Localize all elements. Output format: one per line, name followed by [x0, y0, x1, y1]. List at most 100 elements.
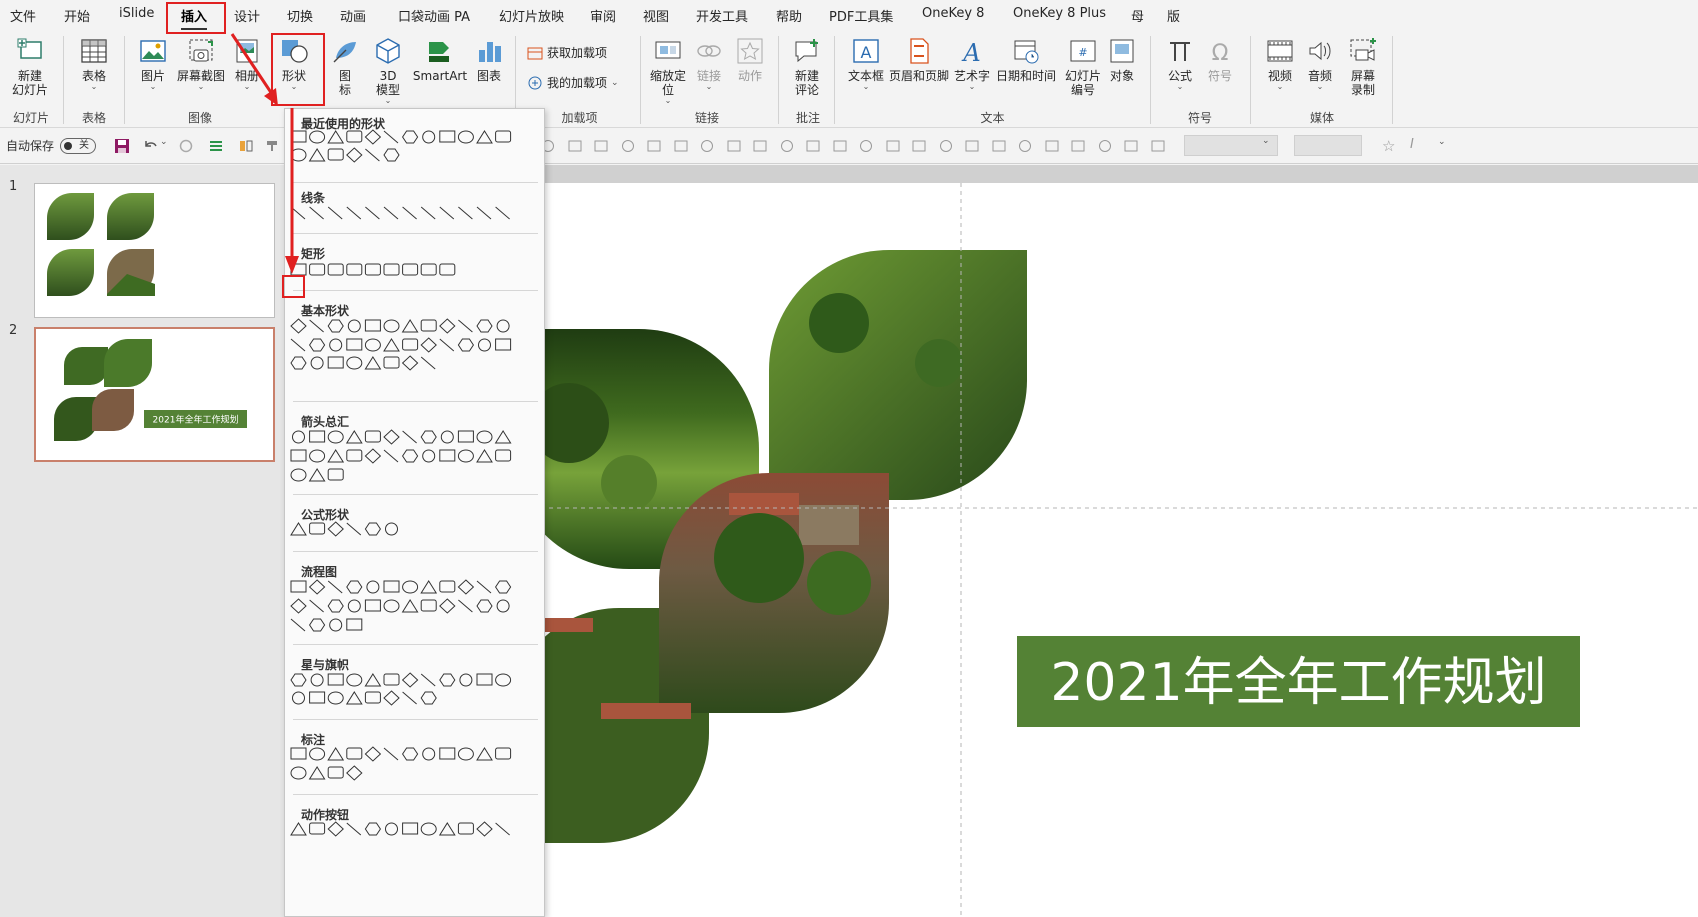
shape-gallery-item[interactable]: [309, 449, 326, 463]
shape-gallery-item[interactable]: [329, 618, 343, 632]
shape-gallery-item[interactable]: [364, 319, 381, 332]
undo-dropdown-arrow[interactable]: ⌄: [160, 137, 168, 147]
shape-gallery-item[interactable]: [439, 130, 456, 143]
tab-file[interactable]: 文件: [10, 6, 36, 25]
shape-gallery-item[interactable]: [459, 673, 473, 687]
shape-gallery-item[interactable]: [364, 129, 382, 145]
shape-gallery-item[interactable]: [495, 206, 510, 220]
shape-gallery-item[interactable]: [476, 206, 492, 220]
shape-gallery-item[interactable]: [458, 599, 473, 613]
shape-gallery-item[interactable]: [364, 691, 381, 704]
shape-gallery-item[interactable]: [327, 766, 344, 779]
shape-gallery-item[interactable]: [346, 263, 363, 276]
shape-gallery-item[interactable]: [495, 130, 512, 143]
shape-gallery-item[interactable]: [476, 599, 493, 613]
shape-gallery-item[interactable]: [364, 599, 381, 612]
shape-gallery-item[interactable]: [292, 430, 305, 444]
shape-gallery-item[interactable]: [383, 449, 399, 463]
shape-gallery-item[interactable]: [495, 747, 512, 760]
shape-gallery-item[interactable]: [365, 148, 380, 162]
shape-gallery-item[interactable]: [290, 318, 307, 334]
shape-gallery-item[interactable]: [310, 356, 324, 370]
shape-gallery-item[interactable]: [290, 618, 306, 632]
autosave-toggle[interactable]: 关: [60, 138, 96, 154]
shape-gallery-item[interactable]: [309, 319, 324, 333]
textbox-button[interactable]: A 文本框 ⌄: [845, 36, 887, 91]
shape-gallery-item[interactable]: [290, 673, 307, 687]
header-footer-button[interactable]: 页眉和页脚: [888, 36, 950, 83]
audio-button[interactable]: 音频 ⌄: [1302, 36, 1338, 91]
shape-gallery-item[interactable]: [383, 319, 400, 333]
shape-gallery-item[interactable]: [476, 130, 493, 144]
shape-gallery-item[interactable]: [385, 522, 398, 536]
shape-gallery-item[interactable]: [346, 765, 363, 781]
shape-gallery-item[interactable]: [438, 822, 456, 836]
shape-gallery-item[interactable]: [401, 355, 419, 371]
shape-gallery-item[interactable]: [346, 580, 363, 594]
slide-number-button[interactable]: # 幻灯片 编号: [1061, 36, 1105, 97]
shape-gallery-item[interactable]: [308, 766, 326, 780]
format-tool-icon[interactable]: [885, 138, 901, 154]
smartart-button[interactable]: SmartArt: [410, 36, 470, 83]
shape-gallery-item[interactable]: [346, 673, 363, 687]
customize-qat-arrow[interactable]: ⌄: [1438, 137, 1446, 147]
shape-gallery-item[interactable]: [402, 430, 417, 444]
shape-gallery-item[interactable]: [457, 449, 474, 463]
shape-gallery-item[interactable]: [327, 356, 344, 369]
shape-gallery-item[interactable]: [290, 130, 307, 143]
table-button[interactable]: 表格 ⌄: [74, 36, 114, 91]
shape-gallery-item[interactable]: [402, 338, 419, 351]
shape-gallery-item[interactable]: [440, 430, 454, 444]
tab-onekey8-plus[interactable]: OneKey 8 Plus: [1013, 6, 1106, 21]
shape-gallery-item[interactable]: [292, 691, 305, 705]
video-button[interactable]: 视频 ⌄: [1260, 36, 1300, 91]
shape-gallery-item[interactable]: [327, 747, 345, 761]
shape-gallery-item[interactable]: [346, 206, 362, 220]
tab-transitions[interactable]: 切换: [287, 6, 313, 25]
shape-gallery-item[interactable]: [457, 822, 474, 835]
shape-gallery-item[interactable]: [420, 673, 436, 687]
shape-gallery-item[interactable]: [439, 206, 455, 220]
shape-gallery-item[interactable]: [308, 618, 326, 632]
shape-gallery-item[interactable]: [495, 338, 512, 351]
format-tool-icon[interactable]: [779, 138, 795, 154]
shape-gallery-item[interactable]: [290, 206, 306, 220]
format-tool-icon[interactable]: [858, 138, 874, 154]
shape-gallery-item[interactable]: [496, 319, 510, 333]
shape-gallery-item[interactable]: [327, 673, 344, 686]
tab-animations[interactable]: 动画: [340, 6, 366, 25]
tab-home[interactable]: 开始: [64, 6, 90, 25]
shape-gallery-item[interactable]: [345, 691, 363, 705]
shape-gallery-item[interactable]: [476, 580, 492, 594]
shape-gallery-item[interactable]: [383, 690, 400, 706]
shape-gallery-item[interactable]: [329, 338, 343, 352]
shape-gallery-item[interactable]: [309, 599, 324, 613]
format-tool-icon[interactable]: [567, 138, 583, 154]
shape-gallery-item[interactable]: [327, 206, 343, 220]
shape-gallery-item[interactable]: [457, 747, 474, 761]
shape-gallery-item[interactable]: [364, 356, 382, 370]
format-tool-icon[interactable]: [673, 138, 689, 154]
save-icon[interactable]: [114, 138, 130, 154]
shape-gallery-item[interactable]: [476, 821, 493, 837]
shape-gallery-item[interactable]: [439, 598, 456, 614]
shape-gallery-item[interactable]: [476, 747, 493, 761]
shape-gallery-item[interactable]: [290, 148, 307, 162]
format-tool-icon[interactable]: [1017, 138, 1033, 154]
tab-master[interactable]: 母: [1131, 6, 1144, 25]
shape-gallery-item[interactable]: [457, 130, 474, 144]
shape-gallery-item[interactable]: [420, 356, 436, 370]
icons-button[interactable]: 图 标: [330, 36, 360, 97]
shape-gallery-item[interactable]: [308, 468, 326, 482]
shape-gallery-item[interactable]: [383, 206, 399, 220]
shape-gallery-item[interactable]: [364, 822, 382, 836]
shape-gallery-item[interactable]: [366, 580, 380, 594]
shape-gallery-item[interactable]: [422, 449, 436, 463]
shape-gallery-item[interactable]: [346, 130, 363, 143]
distribute-icon[interactable]: [238, 138, 254, 154]
shape-gallery-item[interactable]: [495, 822, 510, 836]
star-icon[interactable]: ☆: [1382, 137, 1395, 155]
shape-gallery-item[interactable]: [346, 747, 363, 760]
shape-gallery-item[interactable]: [290, 263, 307, 276]
shape-gallery-item[interactable]: [364, 448, 382, 464]
